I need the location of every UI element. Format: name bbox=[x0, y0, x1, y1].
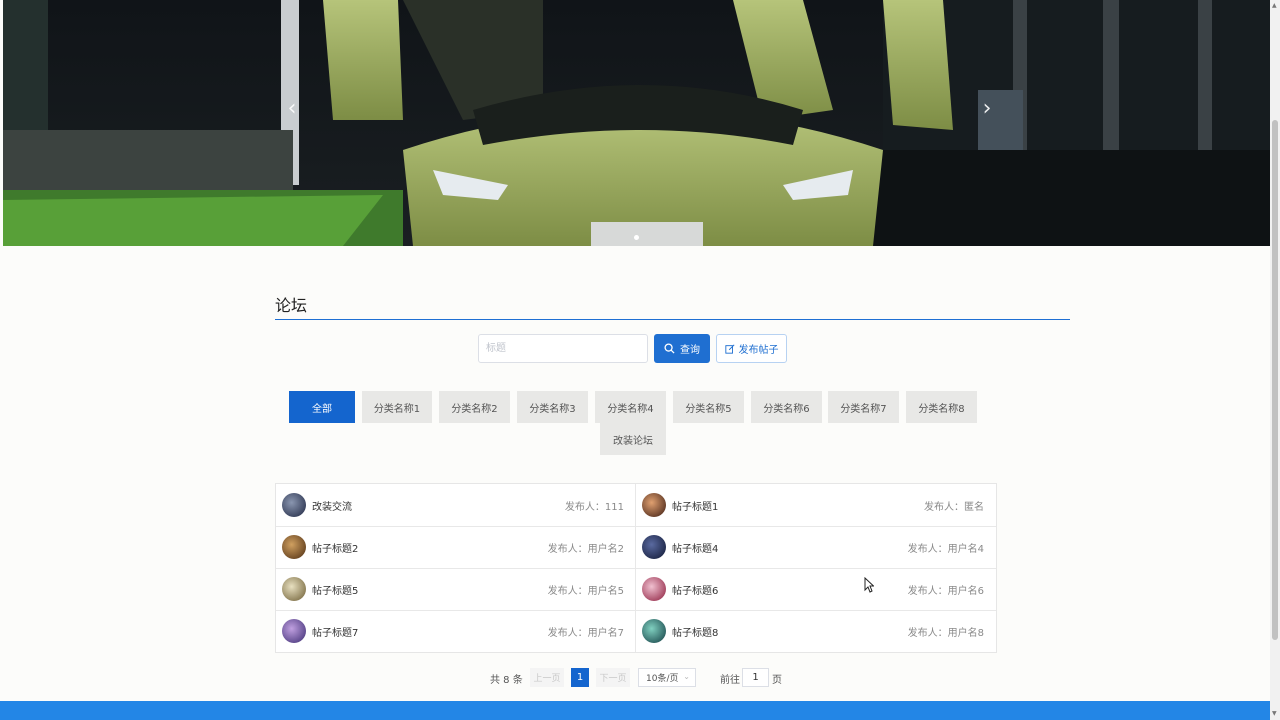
avatar bbox=[282, 535, 306, 559]
page-size-select[interactable]: 10条/页 ⌄ bbox=[638, 668, 696, 687]
post-author: 发布人：匿名 bbox=[924, 502, 984, 513]
post-list: 改装交流 发布人：111 帖子标题1 发布人：匿名 帖子标题2 发布人：用户名2… bbox=[275, 483, 997, 653]
banner-car-image bbox=[3, 0, 1270, 246]
edit-icon bbox=[724, 343, 735, 354]
post-item[interactable]: 改装交流 发布人：111 bbox=[276, 484, 636, 526]
new-post-button-label: 发布帖子 bbox=[738, 345, 779, 356]
category-tab-6[interactable]: 分类名称6 bbox=[751, 391, 822, 423]
avatar bbox=[642, 619, 666, 643]
search-icon bbox=[664, 343, 675, 354]
footer-bar bbox=[0, 701, 1270, 720]
avatar bbox=[642, 577, 666, 601]
category-tab-4[interactable]: 分类名称4 bbox=[595, 391, 666, 423]
post-title: 帖子标题4 bbox=[672, 543, 719, 555]
post-item[interactable]: 帖子标题6 发布人：用户名6 bbox=[636, 568, 996, 610]
carousel-prev-arrow[interactable]: ‹ bbox=[278, 92, 306, 126]
post-title: 改装交流 bbox=[312, 501, 352, 513]
carousel-indicators bbox=[3, 235, 1270, 240]
category-tab-modding[interactable]: 改装论坛 bbox=[600, 423, 666, 455]
mouse-cursor-icon bbox=[864, 577, 874, 593]
post-author: 发布人：用户名7 bbox=[547, 628, 624, 639]
avatar bbox=[642, 535, 666, 559]
pagination-goto-input[interactable] bbox=[742, 668, 769, 687]
pagination-total: 共 8 条 bbox=[490, 675, 523, 686]
post-author: 发布人：用户名4 bbox=[907, 544, 984, 555]
page-size-value: 10条/页 bbox=[646, 674, 679, 684]
page-title: 论坛 bbox=[275, 296, 308, 315]
pagination-prev-button[interactable]: 上一页 bbox=[530, 668, 564, 687]
carousel-next-arrow[interactable]: › bbox=[973, 92, 1001, 126]
post-title: 帖子标题7 bbox=[312, 627, 359, 639]
post-author: 发布人：用户名8 bbox=[907, 628, 984, 639]
avatar bbox=[282, 577, 306, 601]
category-tab-5[interactable]: 分类名称5 bbox=[673, 391, 744, 423]
post-item[interactable]: 帖子标题5 发布人：用户名5 bbox=[276, 568, 636, 610]
page: ‹ › 论坛 查询 发布帖子 全部 分类名称1 分类名称2 分类名称3 分类名称… bbox=[0, 0, 1270, 720]
post-item[interactable]: 帖子标题2 发布人：用户名2 bbox=[276, 526, 636, 568]
category-tab-7[interactable]: 分类名称7 bbox=[828, 391, 899, 423]
post-title: 帖子标题6 bbox=[672, 585, 719, 597]
pagination-page-suffix: 页 bbox=[772, 675, 782, 686]
page-scrollbar[interactable]: ▲ ▼ bbox=[1270, 0, 1280, 720]
chevron-down-icon: ⌄ bbox=[683, 672, 690, 681]
query-button[interactable]: 查询 bbox=[654, 334, 710, 363]
avatar bbox=[642, 493, 666, 517]
category-tab-2[interactable]: 分类名称2 bbox=[439, 391, 510, 423]
post-title: 帖子标题8 bbox=[672, 627, 719, 639]
post-title: 帖子标题5 bbox=[312, 585, 359, 597]
carousel-dot[interactable] bbox=[634, 235, 639, 240]
scrollbar-thumb[interactable] bbox=[1272, 120, 1278, 640]
post-author: 发布人：111 bbox=[564, 502, 624, 513]
category-tab-3[interactable]: 分类名称3 bbox=[517, 391, 588, 423]
avatar bbox=[282, 493, 306, 517]
pagination-next-button[interactable]: 下一页 bbox=[596, 668, 630, 687]
post-title: 帖子标题2 bbox=[312, 543, 359, 555]
pagination-page-1[interactable]: 1 bbox=[571, 668, 589, 687]
post-item[interactable]: 帖子标题7 发布人：用户名7 bbox=[276, 610, 636, 652]
new-post-button[interactable]: 发布帖子 bbox=[716, 334, 787, 363]
category-tab-all[interactable]: 全部 bbox=[289, 391, 355, 423]
category-tab-1[interactable]: 分类名称1 bbox=[362, 391, 432, 423]
pagination-goto-label: 前往 bbox=[720, 675, 740, 686]
post-author: 发布人：用户名5 bbox=[547, 586, 624, 597]
post-item[interactable]: 帖子标题4 发布人：用户名4 bbox=[636, 526, 996, 568]
post-author: 发布人：用户名2 bbox=[547, 544, 624, 555]
post-item[interactable]: 帖子标题8 发布人：用户名8 bbox=[636, 610, 996, 652]
scroll-down-icon[interactable]: ▼ bbox=[1272, 710, 1277, 717]
scroll-up-icon[interactable]: ▲ bbox=[1272, 2, 1277, 9]
post-title: 帖子标题1 bbox=[672, 501, 719, 513]
category-tab-8[interactable]: 分类名称8 bbox=[906, 391, 977, 423]
avatar bbox=[282, 619, 306, 643]
query-button-label: 查询 bbox=[680, 345, 700, 356]
title-divider bbox=[275, 319, 1070, 320]
post-author: 发布人：用户名6 bbox=[907, 586, 984, 597]
search-input[interactable] bbox=[478, 334, 648, 363]
banner-carousel[interactable]: ‹ › bbox=[3, 0, 1270, 246]
post-item[interactable]: 帖子标题1 发布人：匿名 bbox=[636, 484, 996, 526]
